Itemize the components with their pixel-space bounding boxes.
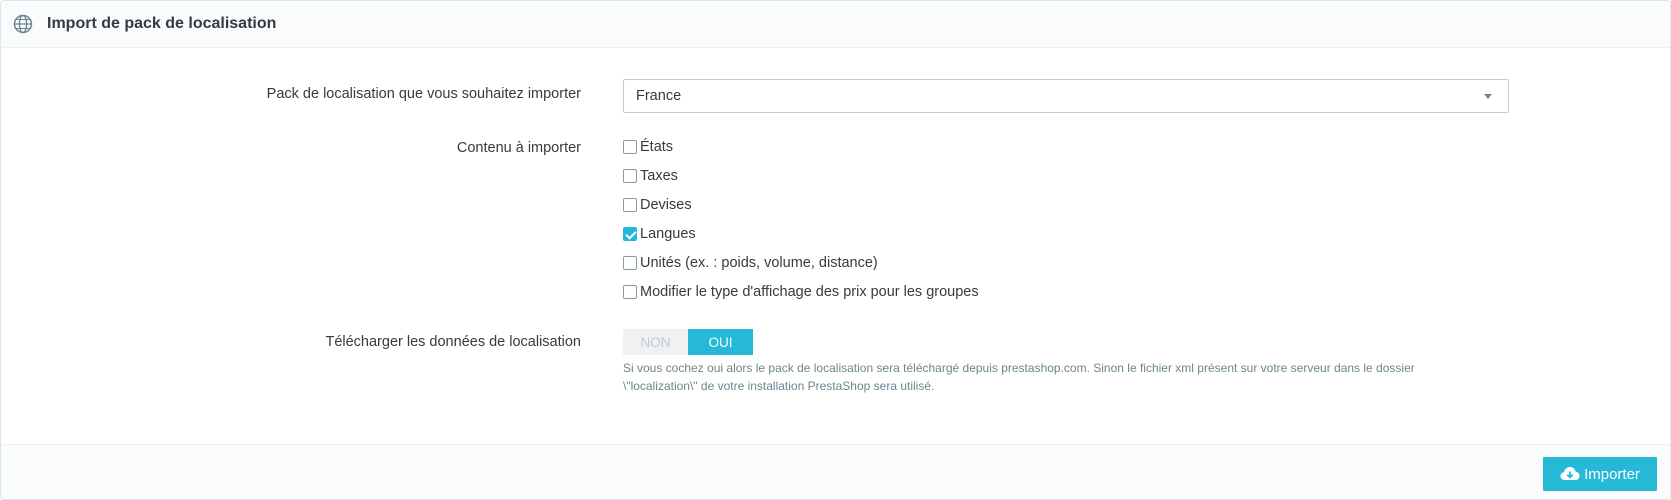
import-button-label: Importer <box>1584 465 1640 483</box>
pack-select[interactable]: France <box>623 79 1509 113</box>
panel-header: Import de pack de localisation <box>1 1 1670 48</box>
toggle-oui[interactable]: OUI <box>688 329 753 355</box>
download-label: Télécharger les données de localisation <box>325 334 581 350</box>
checkbox-label: Langues <box>640 225 696 242</box>
checkbox-label: États <box>640 138 674 155</box>
panel-title: Import de pack de localisation <box>47 15 277 32</box>
download-help-text: Si vous cochez oui alors le pack de loca… <box>623 359 1463 395</box>
help-line-1: Si vous cochez oui alors le pack de loca… <box>623 361 1415 375</box>
checkbox-devises[interactable]: Devises <box>623 190 979 219</box>
panel-footer: Importer <box>1 444 1670 499</box>
cloud-download-icon <box>1560 466 1580 482</box>
checkbox-box[interactable] <box>623 226 637 241</box>
checkbox-box[interactable] <box>623 284 637 299</box>
checkbox-langues[interactable]: Langues <box>623 219 979 248</box>
checkbox-label: Taxes <box>640 167 678 184</box>
checkbox-label: Unités (ex. : poids, volume, distance) <box>640 254 878 271</box>
import-button[interactable]: Importer <box>1543 457 1657 491</box>
download-toggle[interactable]: NON OUI <box>623 329 753 355</box>
localization-import-panel: Import de pack de localisation Pack de l… <box>0 0 1671 500</box>
checkbox-box[interactable] <box>623 255 637 270</box>
checkbox-unites[interactable]: Unités (ex. : poids, volume, distance) <box>623 248 979 277</box>
content-label: Contenu à importer <box>456 140 581 156</box>
chevron-down-icon <box>1484 94 1492 99</box>
checkbox-price-display[interactable]: Modifier le type d'affichage des prix po… <box>623 277 979 306</box>
help-line-2: \"localization\" de votre installation P… <box>623 379 935 393</box>
checkbox-etats[interactable]: États <box>623 132 979 161</box>
checkbox-box[interactable] <box>623 168 637 183</box>
checkbox-label: Modifier le type d'affichage des prix po… <box>640 283 979 300</box>
pack-select-value: France <box>636 88 682 104</box>
checkbox-label: Devises <box>640 196 692 213</box>
pack-label: Pack de localisation que vous souhaitez … <box>266 86 581 102</box>
toggle-non[interactable]: NON <box>623 329 688 355</box>
checkbox-box[interactable] <box>623 139 637 154</box>
checkbox-taxes[interactable]: Taxes <box>623 161 979 190</box>
checkbox-box[interactable] <box>623 197 637 212</box>
globe-icon <box>13 13 35 35</box>
content-checklist: États Taxes Devises Langues Unités (ex. … <box>623 132 979 306</box>
